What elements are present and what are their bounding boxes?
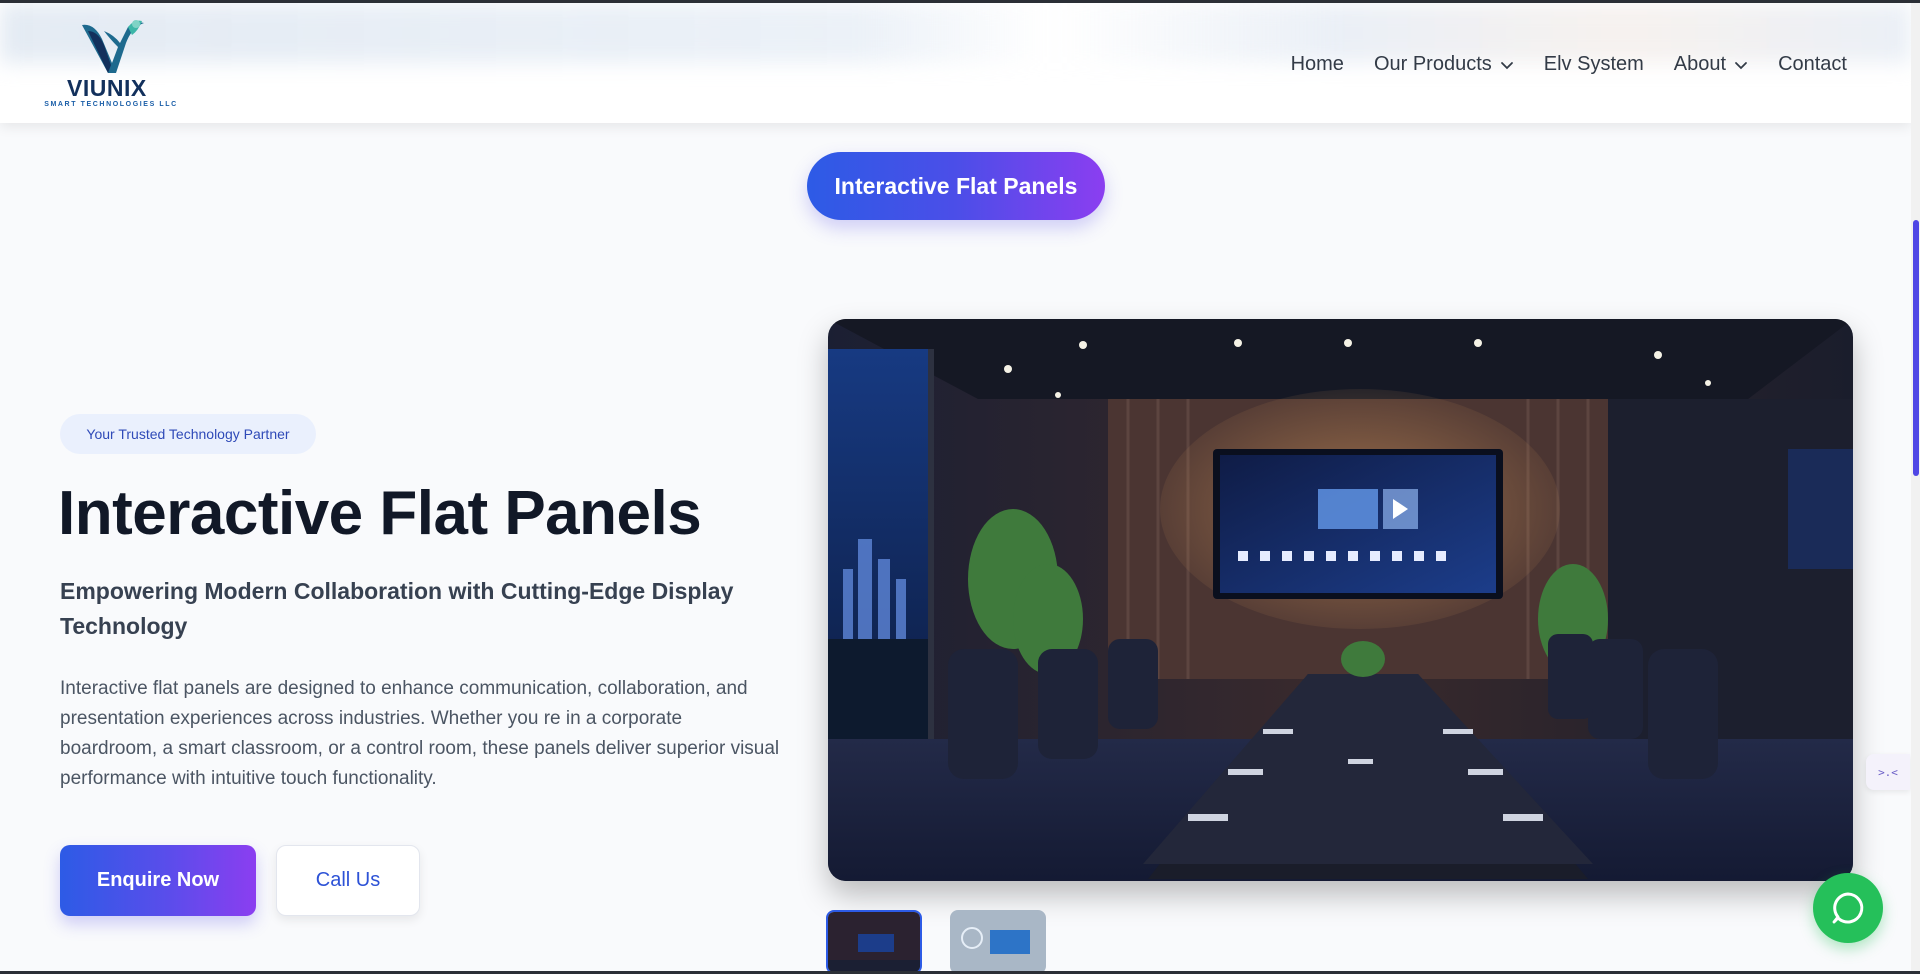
nav-our-products-label: Our Products: [1373, 53, 1492, 75]
hero-description: Interactive flat panels are designed to …: [60, 678, 780, 789]
page-scrollbar-track[interactable]: [1911, 0, 1920, 974]
nav-contact[interactable]: Contact: [1778, 53, 1847, 76]
nav-contact-label: Contact: [1778, 53, 1847, 75]
hero-badge: Your Trusted Technology Partner: [60, 414, 316, 454]
logo-wordmark: VIUNIX: [67, 75, 147, 101]
whatsapp-chat-button[interactable]: [1813, 873, 1883, 943]
whatsapp-icon: [1832, 892, 1864, 924]
site-logo[interactable]: VIUNIX SMART TECHNOLOGIES LLC: [36, 17, 186, 113]
nav-home[interactable]: Home: [1291, 53, 1344, 76]
nav-home-label: Home: [1290, 53, 1344, 75]
page-scrollbar-thumb[interactable]: [1913, 220, 1919, 476]
side-helper-widget[interactable]: >.<: [1866, 754, 1910, 790]
nav-our-products[interactable]: Our Products: [1374, 53, 1514, 76]
hero-image: [828, 319, 1853, 881]
main-nav: Home Our Products Elv System About Conta…: [1291, 53, 1847, 76]
chevron-down-icon: [1500, 61, 1513, 69]
site-header: VIUNIX SMART TECHNOLOGIES LLC Home Our P…: [0, 3, 1911, 123]
hero-title: Interactive Flat Panels: [58, 479, 702, 548]
thumbnail-2-image: [950, 910, 1046, 974]
thumbnail-2[interactable]: [950, 910, 1046, 974]
nav-about[interactable]: About: [1674, 53, 1748, 76]
logo-mark-icon: [82, 20, 144, 73]
nav-elv-system[interactable]: Elv System: [1544, 53, 1644, 76]
section-title-pill: Interactive Flat Panels: [807, 152, 1105, 220]
logo-tagline: SMART TECHNOLOGIES LLC: [44, 101, 178, 108]
nav-elv-system-label: Elv System: [1543, 53, 1644, 75]
thumbnail-1-image: [828, 912, 920, 972]
enquire-now-button[interactable]: Enquire Now: [60, 845, 256, 916]
hero-subtitle: Empowering Modern Collaboration with Cut…: [60, 578, 734, 639]
window-top-edge: [0, 0, 1920, 3]
chevron-down-icon: [1735, 61, 1747, 69]
thumbnail-1[interactable]: [826, 910, 922, 974]
call-us-button[interactable]: Call Us: [276, 845, 420, 916]
nav-about-label: About: [1673, 53, 1727, 75]
conference-room-image: [828, 319, 1853, 881]
